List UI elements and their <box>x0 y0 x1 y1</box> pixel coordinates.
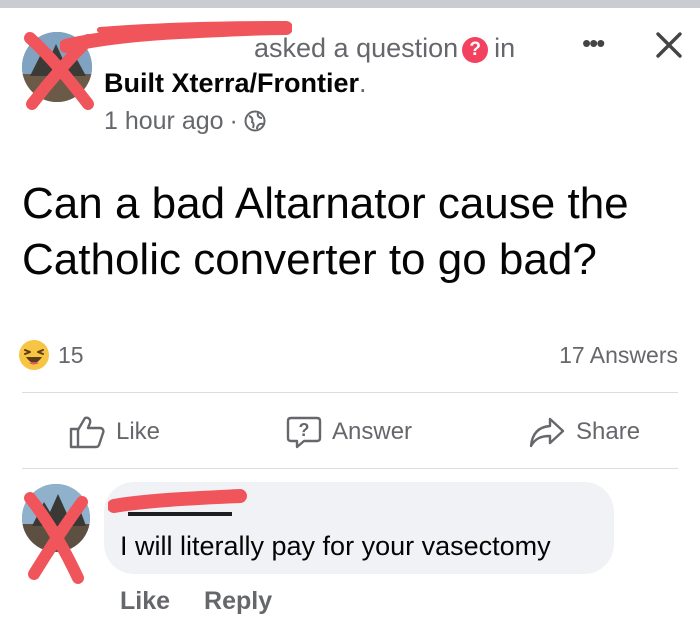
reaction-summary[interactable]: 15 <box>18 338 84 372</box>
share-label: Share <box>576 418 641 445</box>
divider-bottom <box>22 468 678 469</box>
answer-label: Answer <box>332 418 413 445</box>
like-label: Like <box>116 418 161 445</box>
more-options-button[interactable]: ••• <box>582 28 622 62</box>
close-icon <box>656 32 682 58</box>
like-button[interactable]: Like <box>68 410 160 454</box>
question-badge-icon: ? <box>462 37 489 63</box>
svg-text:?: ? <box>299 420 310 440</box>
haha-emoji-icon <box>19 340 49 370</box>
globe-icon <box>244 110 266 132</box>
reaction-count: 15 <box>58 341 84 368</box>
meta-separator: · <box>229 107 238 135</box>
group-name-link[interactable]: Built Xterra/Frontier. <box>104 66 367 100</box>
question-bubble-icon: ? <box>286 416 322 449</box>
comment-like-button[interactable]: Like <box>120 587 170 615</box>
redaction-scribble-name <box>60 21 292 53</box>
question-text: Can a bad Altarnator cause the Catholic … <box>22 179 629 284</box>
top-bar <box>0 0 700 8</box>
divider-top <box>22 392 678 393</box>
share-arrow-icon <box>529 417 565 448</box>
in-text: in <box>494 33 516 63</box>
group-name[interactable]: Built Xterra/Frontier <box>104 68 359 98</box>
comment-text: I will literally pay for your vasectomy <box>120 531 551 561</box>
share-button[interactable]: Share <box>528 410 640 454</box>
post-time[interactable]: 1 hour ago <box>104 107 224 135</box>
redaction-scribble-commenter-name <box>108 489 247 516</box>
comment-actions: Like Reply <box>120 584 306 618</box>
comment-reply-button[interactable]: Reply <box>204 587 272 615</box>
answer-button[interactable]: ? Answer <box>286 410 412 454</box>
more-dots-icon: ••• <box>582 28 605 58</box>
thumbs-up-icon <box>69 416 105 449</box>
redaction-x-mark <box>24 492 88 584</box>
answers-count[interactable]: 17 Answers <box>559 338 678 372</box>
close-button[interactable] <box>646 22 692 68</box>
post-meta: 1 hour ago · <box>104 104 266 138</box>
group-suffix: . <box>359 68 367 98</box>
